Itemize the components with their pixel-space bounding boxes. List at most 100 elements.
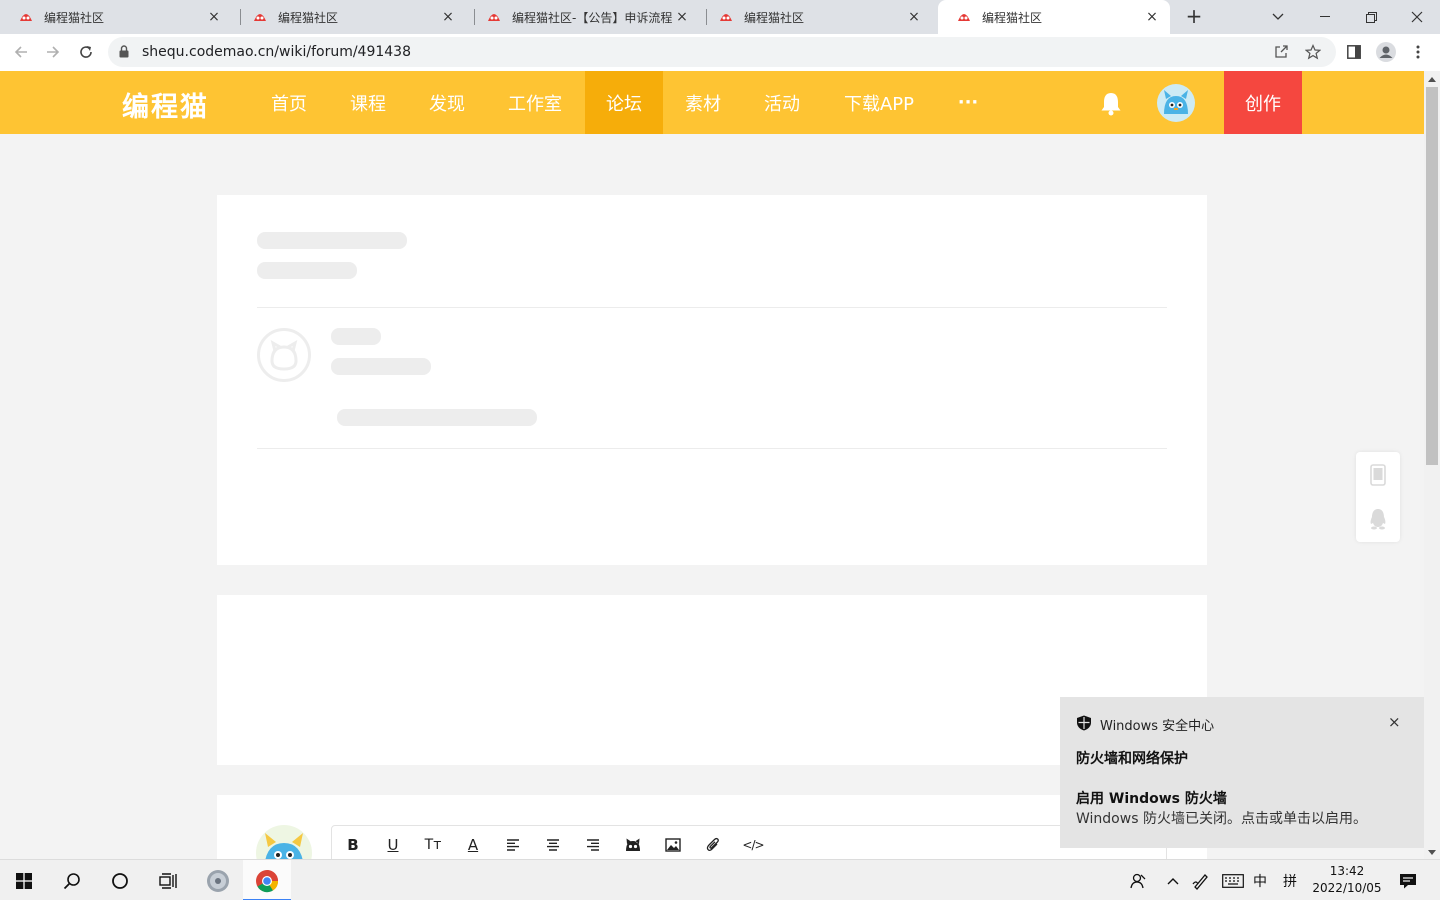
arrow-left-icon <box>14 46 27 58</box>
page-scrollbar[interactable] <box>1424 71 1440 859</box>
browser-tab[interactable]: 编程猫社区 × <box>234 0 466 34</box>
people-button[interactable] <box>1124 860 1152 900</box>
nav-item-events[interactable]: 活动 <box>749 71 815 134</box>
text-size-icon[interactable]: Tт <box>421 834 445 856</box>
code-icon[interactable]: </> <box>741 834 765 856</box>
tab-title: 编程猫社区 <box>278 10 339 25</box>
arrow-right-icon <box>47 46 60 58</box>
image-icon[interactable] <box>661 834 685 856</box>
menu-button[interactable] <box>1406 40 1430 64</box>
tab-title: 编程猫社区 <box>744 10 805 25</box>
post-card-skeleton <box>217 195 1207 565</box>
windows-logo-icon <box>16 872 32 889</box>
nav-item-studio[interactable]: 工作室 <box>493 71 577 134</box>
keyboard-icon <box>1222 873 1244 888</box>
site-header: 编程猫 首页 课程 发现 工作室 论坛 素材 活动 下载APP ··· 创作 <box>0 71 1424 134</box>
browser-tab[interactable]: 编程猫社区 × <box>700 0 932 34</box>
close-icon[interactable]: × <box>674 9 690 25</box>
scroll-up-arrow-icon[interactable] <box>1428 77 1436 82</box>
star-icon[interactable] <box>1305 44 1321 60</box>
minimize-button[interactable] <box>1302 0 1348 34</box>
new-tab-button[interactable]: + <box>1182 5 1206 29</box>
close-window-button[interactable] <box>1394 0 1440 34</box>
search-button[interactable] <box>48 860 96 900</box>
codemao-favicon-icon <box>720 14 732 21</box>
cortana-button[interactable] <box>96 860 144 900</box>
task-view-button[interactable] <box>144 860 192 900</box>
bell-icon[interactable] <box>1099 91 1123 117</box>
shield-icon <box>1077 715 1091 731</box>
skeleton-title <box>257 232 407 249</box>
toast-app-name: Windows 安全中心 <box>1100 719 1215 734</box>
tablet-icon[interactable] <box>1370 464 1386 486</box>
divider <box>257 307 1167 308</box>
windows-security-toast[interactable]: Windows 安全中心 × 防火墙和网络保护 启用 Windows 防火墙 W… <box>1060 697 1424 848</box>
reload-button[interactable] <box>73 39 99 65</box>
nav-item-discover[interactable]: 发现 <box>414 71 480 134</box>
ime-language-indicator[interactable]: 中 <box>1248 860 1272 900</box>
share-icon[interactable] <box>1273 44 1289 60</box>
qq-penguin-icon[interactable] <box>1369 508 1387 530</box>
nav-item-download-app[interactable]: 下载APP <box>831 71 927 134</box>
browser-tab[interactable]: 编程猫社区-【公告】申诉流程 × <box>468 0 700 34</box>
nav-item-home[interactable]: 首页 <box>256 71 322 134</box>
pen-workspace-button[interactable] <box>1188 860 1214 900</box>
text-color-icon[interactable]: A <box>461 834 485 856</box>
close-icon[interactable]: × <box>440 9 456 25</box>
align-left-icon[interactable] <box>501 834 525 856</box>
tab-title: 编程猫社区-【公告】申诉流程 <box>512 10 673 25</box>
restore-icon <box>1365 11 1377 23</box>
nav-item-materials[interactable]: 素材 <box>670 71 736 134</box>
user-avatar[interactable] <box>1157 84 1195 126</box>
lock-icon[interactable] <box>119 45 129 58</box>
underline-icon[interactable]: U <box>381 834 405 856</box>
close-icon[interactable]: × <box>206 9 222 25</box>
nav-more-button[interactable]: ··· <box>946 71 990 134</box>
profile-icon <box>1376 42 1396 62</box>
codemao-favicon-icon <box>488 14 500 21</box>
tab-search-button[interactable] <box>1255 0 1301 34</box>
codemao-favicon-icon <box>958 14 970 21</box>
toast-body: Windows 防火墙已关闭。点击或单击以启用。 <box>1076 811 1367 827</box>
site-logo[interactable]: 编程猫 <box>122 85 209 124</box>
start-button[interactable] <box>0 860 48 900</box>
back-button[interactable] <box>8 39 34 65</box>
bold-icon[interactable]: B <box>341 834 365 856</box>
close-icon[interactable]: × <box>1144 9 1160 25</box>
browser-tab-strip: 编程猫社区 × 编程猫社区 × 编程猫社区-【公告】申诉流程 × 编程猫社区 ×… <box>0 0 1440 34</box>
floating-action-panel <box>1356 452 1400 542</box>
profile-button[interactable] <box>1374 40 1398 64</box>
side-panel-button[interactable] <box>1342 40 1366 64</box>
create-button[interactable]: 创作 <box>1224 71 1302 134</box>
chevron-up-icon <box>1167 877 1179 884</box>
toast-title: 防火墙和网络保护 <box>1076 751 1188 767</box>
touch-keyboard-button[interactable] <box>1220 860 1246 900</box>
taskbar-clock[interactable]: 13:42 2022/10/05 <box>1303 863 1391 897</box>
close-icon[interactable]: × <box>1388 713 1401 731</box>
scroll-thumb[interactable] <box>1426 87 1438 465</box>
action-center-button[interactable] <box>1394 860 1422 900</box>
cat-placeholder-icon <box>270 339 298 371</box>
nav-item-forum[interactable]: 论坛 <box>585 71 663 134</box>
side-panel-icon <box>1347 45 1361 59</box>
comments-card <box>217 595 1207 765</box>
close-icon[interactable]: × <box>906 9 922 25</box>
align-center-icon[interactable] <box>541 834 565 856</box>
ime-mode-indicator[interactable]: 拼 <box>1278 860 1302 900</box>
attachment-icon[interactable] <box>701 834 725 856</box>
address-bar[interactable]: shequ.codemao.cn/wiki/forum/491438 <box>108 37 1336 67</box>
emoji-icon[interactable] <box>621 834 645 856</box>
restore-button[interactable] <box>1348 0 1394 34</box>
nav-item-courses[interactable]: 课程 <box>335 71 401 134</box>
forward-button[interactable] <box>40 39 66 65</box>
browser-tab-active[interactable]: 编程猫社区 × <box>938 0 1170 34</box>
taskbar-app-chrome[interactable] <box>243 860 291 900</box>
scroll-down-arrow-icon[interactable] <box>1428 850 1436 855</box>
url-text[interactable]: shequ.codemao.cn/wiki/forum/491438 <box>142 44 411 60</box>
disc-icon <box>207 869 229 892</box>
tray-overflow-button[interactable] <box>1160 860 1186 900</box>
browser-tab[interactable]: 编程猫社区 × <box>0 0 232 34</box>
cortana-icon <box>112 872 128 889</box>
align-right-icon[interactable] <box>581 834 605 856</box>
taskbar-app-disc[interactable] <box>194 860 242 900</box>
